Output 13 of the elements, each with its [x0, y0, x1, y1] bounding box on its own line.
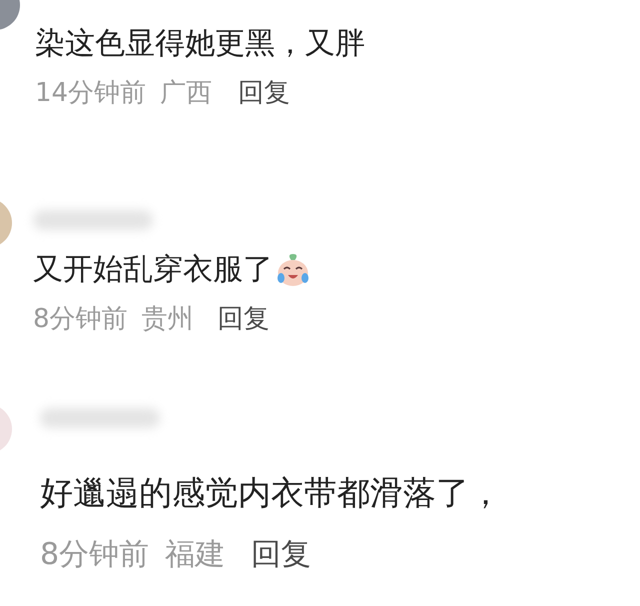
- reply-link[interactable]: 回复: [238, 77, 290, 111]
- comment-location: 广西: [160, 77, 212, 110]
- comment-text: 又开始乱穿衣服了: [33, 251, 273, 289]
- comment-location: 贵州: [142, 303, 194, 336]
- laughing-emoji-icon: [275, 252, 311, 288]
- comment-location: 福建: [165, 536, 226, 574]
- comment-time: 8分钟前: [33, 303, 128, 336]
- reply-link[interactable]: 回复: [218, 303, 270, 337]
- comment-time: 14分钟前: [35, 77, 146, 110]
- comment-text: 好邋遢的感觉内衣带都滑落了，: [40, 472, 502, 514]
- reply-link[interactable]: 回复: [251, 534, 312, 574]
- comment-time: 8分钟前: [40, 536, 150, 574]
- comment-text: 染这色显得她更黑，又胖: [35, 25, 365, 63]
